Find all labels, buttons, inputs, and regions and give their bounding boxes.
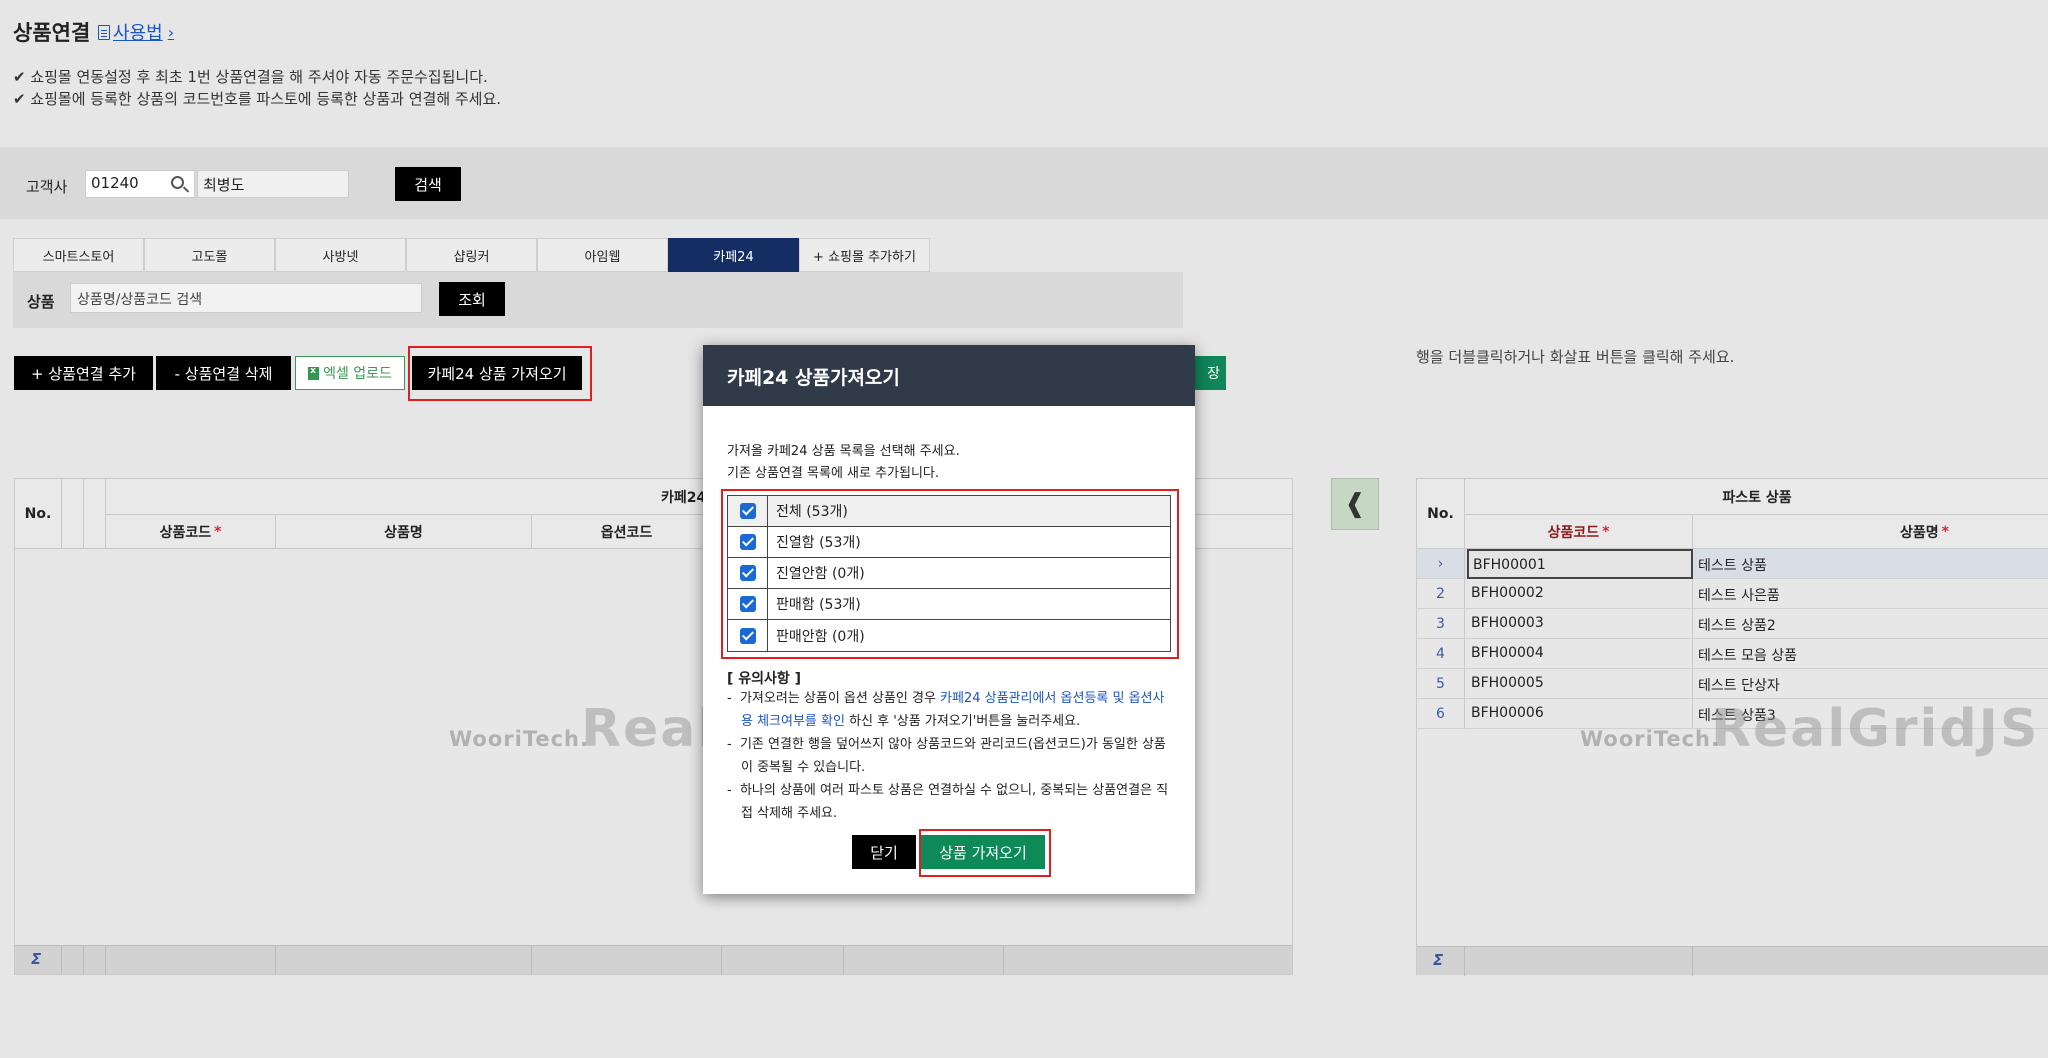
row-number: 6: [1417, 699, 1465, 729]
sigma-icon: Σ: [1433, 951, 1444, 969]
tab-imweb[interactable]: 아임웹: [537, 238, 668, 272]
watermark-company: WooriTech.: [449, 727, 589, 751]
column-header-no: No.: [15, 479, 62, 549]
add-link-button[interactable]: + 상품연결 추가: [14, 356, 153, 390]
row-product-name[interactable]: 테스트 상품2: [1694, 609, 2048, 639]
tab-shoplinker[interactable]: 샵링커: [406, 238, 537, 272]
row-product-name[interactable]: 테스트 모음 상품: [1694, 639, 2048, 669]
row-number: 4: [1417, 639, 1465, 669]
tab-add-mall[interactable]: + 쇼핑몰 추가하기: [799, 238, 930, 272]
lookup-button[interactable]: 조회: [439, 282, 505, 316]
sigma-icon: Σ: [31, 950, 42, 968]
table-row[interactable]: 4 BFH00004 테스트 모음 상품: [1417, 639, 2048, 669]
import-modal: 카페24 상품가져오기 가져올 카페24 상품 목록을 선택해 주세요. 기존 …: [703, 345, 1195, 894]
table-row[interactable]: 5 BFH00005 테스트 단상자: [1417, 669, 2048, 699]
document-icon: [98, 24, 110, 40]
column-header-product-name[interactable]: 상품명 *: [1693, 515, 2048, 549]
row-product-name[interactable]: 테스트 사은품: [1694, 579, 2048, 609]
delete-link-button[interactable]: - 상품연결 삭제: [156, 356, 291, 390]
column-header-product-name[interactable]: 상품명: [276, 515, 532, 549]
product-search-input[interactable]: 상품명/상품코드 검색: [70, 283, 422, 313]
excel-upload-label: 엑셀 업로드: [323, 366, 392, 382]
excel-upload-button[interactable]: 엑셀 업로드: [295, 356, 405, 390]
chevron-right-icon: ›: [167, 22, 175, 42]
help-link[interactable]: 사용법 ›: [98, 19, 174, 45]
highlight-outline: [919, 829, 1051, 877]
column-header-product-code[interactable]: 상품코드 *: [106, 515, 276, 549]
row-product-code[interactable]: BFH00004: [1467, 639, 1693, 669]
page-title: 상품연결: [13, 21, 91, 45]
notice-line-1: ✔ 쇼핑몰 연동설정 후 최초 1번 상품연결을 해 주셔야 자동 주문수집됩니…: [13, 68, 488, 86]
watermark-realgrid: RealGridJS: [1711, 699, 2040, 759]
notice-item-3: - 하나의 상품에 여러 파스토 상품은 연결하실 수 없으니, 중복되는 상품…: [727, 783, 1169, 821]
column-header-product-code[interactable]: 상품코드 *: [1465, 515, 1693, 549]
notice-list: - 가져오려는 상품이 옵션 상품인 경우 카페24 상품관리에서 옵션등록 및…: [727, 687, 1173, 825]
notice-item-2: - 기존 연결한 행을 덮어쓰지 않아 상품코드와 관리코드(옵션코드)가 동일…: [727, 737, 1166, 775]
notice-title: [ 유의사항 ]: [727, 671, 802, 687]
column-group-fastor: 파스토 상품: [1465, 479, 2048, 515]
notice-1-pre: 가져오려는 상품이 옵션 상품인 경우: [739, 691, 941, 706]
row-product-name[interactable]: 테스트 단상자: [1694, 669, 2048, 699]
product-label: 상품: [27, 293, 55, 311]
row-product-code[interactable]: BFH00002: [1467, 579, 1693, 609]
row-product-code[interactable]: BFH00003: [1467, 609, 1693, 639]
notice-2-text: 기존 연결한 행을 덮어쓰지 않아 상품코드와 관리코드(옵션코드)가 동일한 …: [739, 737, 1166, 775]
fastor-product-grid[interactable]: No. 파스토 상품 상품코드 * 상품명 * › BFH00001 테스트 상품 …: [1416, 478, 2048, 976]
search-icon[interactable]: [171, 176, 184, 189]
column-header-no: No.: [1417, 479, 1465, 549]
tab-cafe24[interactable]: 카페24: [668, 238, 799, 272]
tab-smartstore[interactable]: 스마트스토어: [13, 238, 144, 272]
notice-line-2: ✔ 쇼핑몰에 등록한 상품의 코드번호를 파스토에 등록한 상품과 연결해 주세…: [13, 90, 502, 108]
row-product-name[interactable]: 테스트 상품: [1694, 549, 2048, 579]
column-header-product-code-label: 상품코드: [159, 524, 212, 541]
excel-icon: [308, 366, 320, 380]
modal-description-1: 가져올 카페24 상품 목록을 선택해 주세요.: [727, 444, 960, 459]
notice-3-text: 하나의 상품에 여러 파스토 상품은 연결하실 수 없으니, 중복되는 상품연결…: [739, 783, 1169, 821]
column-header-product-code-label: 상품코드: [1547, 524, 1600, 541]
move-left-button[interactable]: ❰: [1331, 478, 1379, 530]
right-hint-text: 행을 더블클릭하거나 화살표 버튼을 클릭해 주세요.: [1416, 348, 1735, 366]
highlight-outline: [721, 489, 1179, 659]
row-product-code[interactable]: BFH00006: [1467, 699, 1693, 729]
help-link-label: 사용법: [113, 23, 163, 44]
modal-title: 카페24 상품가져오기: [703, 345, 1195, 406]
row-number: 5: [1417, 669, 1465, 699]
table-row[interactable]: › BFH00001 테스트 상품: [1417, 549, 2048, 579]
highlight-outline: [408, 346, 592, 401]
tab-sabangnet[interactable]: 사방넷: [275, 238, 406, 272]
table-row[interactable]: 2 BFH00002 테스트 사은품: [1417, 579, 2048, 609]
client-name-field: 최병도: [197, 170, 349, 198]
modal-description-2: 기존 상품연결 목록에 새로 추가됩니다.: [727, 466, 940, 481]
grid-footer: Σ: [15, 945, 1292, 975]
row-number: 2: [1417, 579, 1465, 609]
save-button[interactable]: 장: [1190, 356, 1226, 390]
row-product-code[interactable]: BFH00001: [1467, 549, 1693, 579]
row-number: 3: [1417, 609, 1465, 639]
column-header-product-name-label: 상품명: [1900, 524, 1939, 541]
column-header-check: [84, 479, 106, 549]
grid-footer: Σ: [1417, 946, 2048, 976]
client-label: 고객사: [26, 178, 68, 196]
row-product-code[interactable]: BFH00005: [1467, 669, 1693, 699]
table-row[interactable]: 3 BFH00003 테스트 상품2: [1417, 609, 2048, 639]
notice-1-post: 하신 후 '상품 가져오기'버튼을 눌러주세요.: [844, 714, 1081, 729]
notice-item-1: - 가져오려는 상품이 옵션 상품인 경우 카페24 상품관리에서 옵션등록 및…: [727, 691, 1165, 729]
row-number: ›: [1417, 549, 1465, 579]
close-button[interactable]: 닫기: [852, 835, 916, 869]
column-header-option-code[interactable]: 옵션코드: [532, 515, 722, 549]
search-button[interactable]: 검색: [395, 167, 461, 201]
column-header-state: [62, 479, 84, 549]
tab-godomall[interactable]: 고도몰: [144, 238, 275, 272]
watermark-company: WooriTech.: [1580, 727, 1720, 751]
